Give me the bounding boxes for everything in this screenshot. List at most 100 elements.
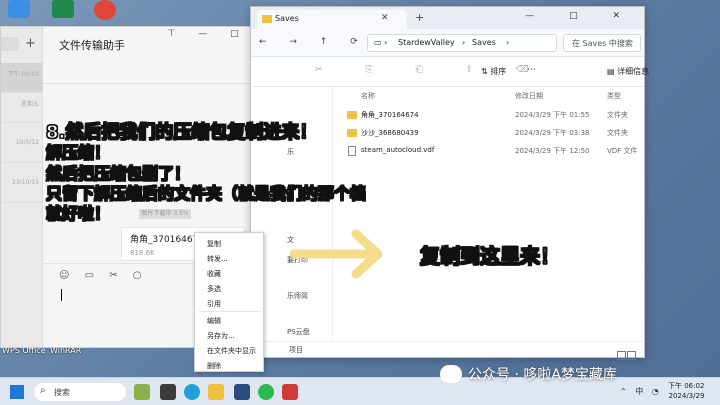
clock-date: 2024/3/29 xyxy=(668,392,705,400)
menu-item-save-as[interactable]: 另存为... xyxy=(207,331,235,341)
status-text: 项目 xyxy=(289,346,303,354)
context-menu: 复制 转发... 收藏 多选 引用 编辑 另存为... 在文件夹中显示 删除 xyxy=(194,232,264,372)
tab-bar: Saves ✕ + — □ ✕ xyxy=(251,7,644,29)
tiles-view-icon[interactable] xyxy=(627,351,636,360)
file-name: steam_autocloud.vdf xyxy=(361,146,435,154)
new-tab-button[interactable]: + xyxy=(415,11,424,24)
clock[interactable]: 下午 06:02 2024/3/29 xyxy=(668,381,704,401)
search-input[interactable]: 在 Saves 中搜索 xyxy=(563,34,641,52)
column-header-name[interactable]: 名称 xyxy=(361,91,375,101)
list-time: 星期五 xyxy=(20,101,39,108)
folder-icon xyxy=(347,129,357,137)
list-time: 23/10/15 xyxy=(12,179,39,186)
column-header-date[interactable]: 修改日期 xyxy=(515,91,543,101)
nav-item[interactable]: 乐师简 xyxy=(287,291,308,301)
table-row[interactable]: steam_autocloud.vdf 2024/3/29 下午 12:50 V… xyxy=(347,143,637,159)
breadcrumb-stardewvalley[interactable]: StardewValley xyxy=(398,38,455,47)
details-icon: ▤ xyxy=(607,67,618,76)
menu-item-delete[interactable]: 删除 xyxy=(207,361,221,371)
list-item[interactable]: 10/5/12 xyxy=(1,133,43,163)
app-icon[interactable] xyxy=(282,384,298,400)
message-input[interactable] xyxy=(61,289,62,301)
folder-icon xyxy=(347,111,357,119)
sort-button[interactable]: ⇅ 排序 xyxy=(481,66,506,77)
menu-item-edit[interactable]: 编辑 xyxy=(207,316,221,326)
navigation-arrows[interactable]: ← → ↑ ⟳ xyxy=(259,37,368,47)
menu-item-show-in-folder[interactable]: 在文件夹中显示 xyxy=(207,346,256,356)
language-indicator[interactable]: 中 xyxy=(635,387,646,396)
file-date: 2024/3/29 下午 03:38 xyxy=(515,129,590,137)
system-tray-icons[interactable]: ⌃ 中 ◔ xyxy=(620,386,662,397)
status-bar: 项目 xyxy=(251,341,644,360)
document-icon xyxy=(348,146,356,156)
list-time: 10/5/12 xyxy=(15,139,39,146)
search-placeholder: 在 Saves 中搜索 xyxy=(572,39,633,48)
taskbar-search-label: 搜索 xyxy=(54,388,70,397)
menu-item-quote[interactable]: 引用 xyxy=(207,299,221,309)
search-icon[interactable] xyxy=(1,37,19,51)
wechat-official-account-icon xyxy=(440,365,462,383)
list-time: 下午 06:01 xyxy=(7,71,39,78)
computer-icon[interactable] xyxy=(8,0,30,18)
edge-icon[interactable] xyxy=(184,384,200,400)
view-toggle[interactable] xyxy=(616,345,638,360)
search-icon: ⌕ xyxy=(40,385,46,396)
address-bar-row: ← → ↑ ⟳ ▭ › StardewValley › Saves › 在 Sa… xyxy=(251,29,644,57)
sort-icon: ⇅ xyxy=(481,67,491,76)
menu-item-favorite[interactable]: 收藏 xyxy=(207,269,221,279)
list-item[interactable]: 星期五 xyxy=(1,93,43,123)
file-size: 818.6K xyxy=(130,249,155,257)
excel-app-icon[interactable] xyxy=(52,0,74,18)
details-label: 详细信息 xyxy=(617,67,650,76)
widget-icon[interactable] xyxy=(134,384,150,400)
file-explorer-icon[interactable] xyxy=(208,384,224,400)
nav-item[interactable]: PS云盘 xyxy=(287,327,310,337)
breadcrumb-saves[interactable]: Saves xyxy=(472,38,496,47)
details-button[interactable]: ▤ 详细信息 xyxy=(607,66,649,77)
task-view-icon[interactable] xyxy=(160,384,176,400)
chat-title: 文件传输助手 xyxy=(59,39,125,52)
toolbar-action-icons[interactable]: ✂ ⎘ ⎗ ⇪ ⌫ xyxy=(315,65,549,75)
app-icon[interactable] xyxy=(234,384,250,400)
taskbar-search[interactable]: ⌕ 搜索 xyxy=(34,383,126,401)
chevron-right-icon[interactable]: › xyxy=(506,38,509,47)
wechat-icon[interactable] xyxy=(258,384,274,400)
file-name: 角角_370164674 xyxy=(361,111,419,119)
arrow-caption: 复制到这里来！ xyxy=(420,244,561,269)
file-type: 文件夹 xyxy=(607,129,628,137)
add-chat-button[interactable]: + xyxy=(25,36,36,51)
table-row[interactable]: 角角_370164674 2024/3/29 下午 01:55 文件夹 xyxy=(347,107,637,123)
tab-label: Saves xyxy=(275,14,299,23)
file-name: 沙沙_368680439 xyxy=(361,129,419,137)
window-controls[interactable]: — □ ✕ xyxy=(525,11,636,21)
clock-time: 下午 06:02 xyxy=(668,382,705,390)
sort-label: 排序 xyxy=(490,67,507,76)
file-date: 2024/3/29 下午 01:55 xyxy=(515,111,590,119)
tab-saves[interactable]: Saves ✕ xyxy=(257,10,407,29)
toolbar: ✂ ⎘ ⎗ ⇪ ⌫ ⇅ 排序 ⋯ ▤ 详细信息 xyxy=(251,57,649,87)
close-icon[interactable]: ✕ xyxy=(381,13,389,23)
windows-start-icon[interactable] xyxy=(10,385,24,399)
address-bar[interactable]: ▭ › StardewValley › Saves › xyxy=(367,34,557,52)
folder-icon xyxy=(262,15,272,23)
breadcrumb-separator: › xyxy=(462,38,466,47)
column-header-type[interactable]: 类型 xyxy=(607,91,621,101)
menu-item-forward[interactable]: 转发... xyxy=(207,254,228,264)
list-item[interactable]: 下午 06:01 xyxy=(1,63,43,93)
more-icon[interactable]: ⋯ xyxy=(527,65,536,75)
menu-item-multiselect[interactable]: 多选 xyxy=(207,284,221,294)
image-loading-label: 图片下载中 3.5% xyxy=(139,209,191,219)
menu-separator xyxy=(199,311,261,312)
arrow-right-icon xyxy=(290,229,383,279)
menu-item-copy[interactable]: 复制 xyxy=(207,239,221,249)
nav-item[interactable]: 乐 xyxy=(287,147,294,157)
input-toolbar-icons[interactable]: ☺ ▭ ✂ ○ xyxy=(59,270,148,281)
red-app-icon[interactable] xyxy=(94,0,116,20)
file-type: VDF 文件 xyxy=(607,147,638,155)
monitor-icon: ▭ › xyxy=(374,38,388,47)
details-view-icon[interactable] xyxy=(617,351,626,360)
table-row[interactable]: 沙沙_368680439 2024/3/29 下午 03:38 文件夹 xyxy=(347,125,637,141)
file-type: 文件夹 xyxy=(607,111,628,119)
watermark-text: 公众号 · 哆啦A梦宝藏库 xyxy=(468,367,617,383)
list-item[interactable]: 23/10/15 xyxy=(1,173,43,203)
